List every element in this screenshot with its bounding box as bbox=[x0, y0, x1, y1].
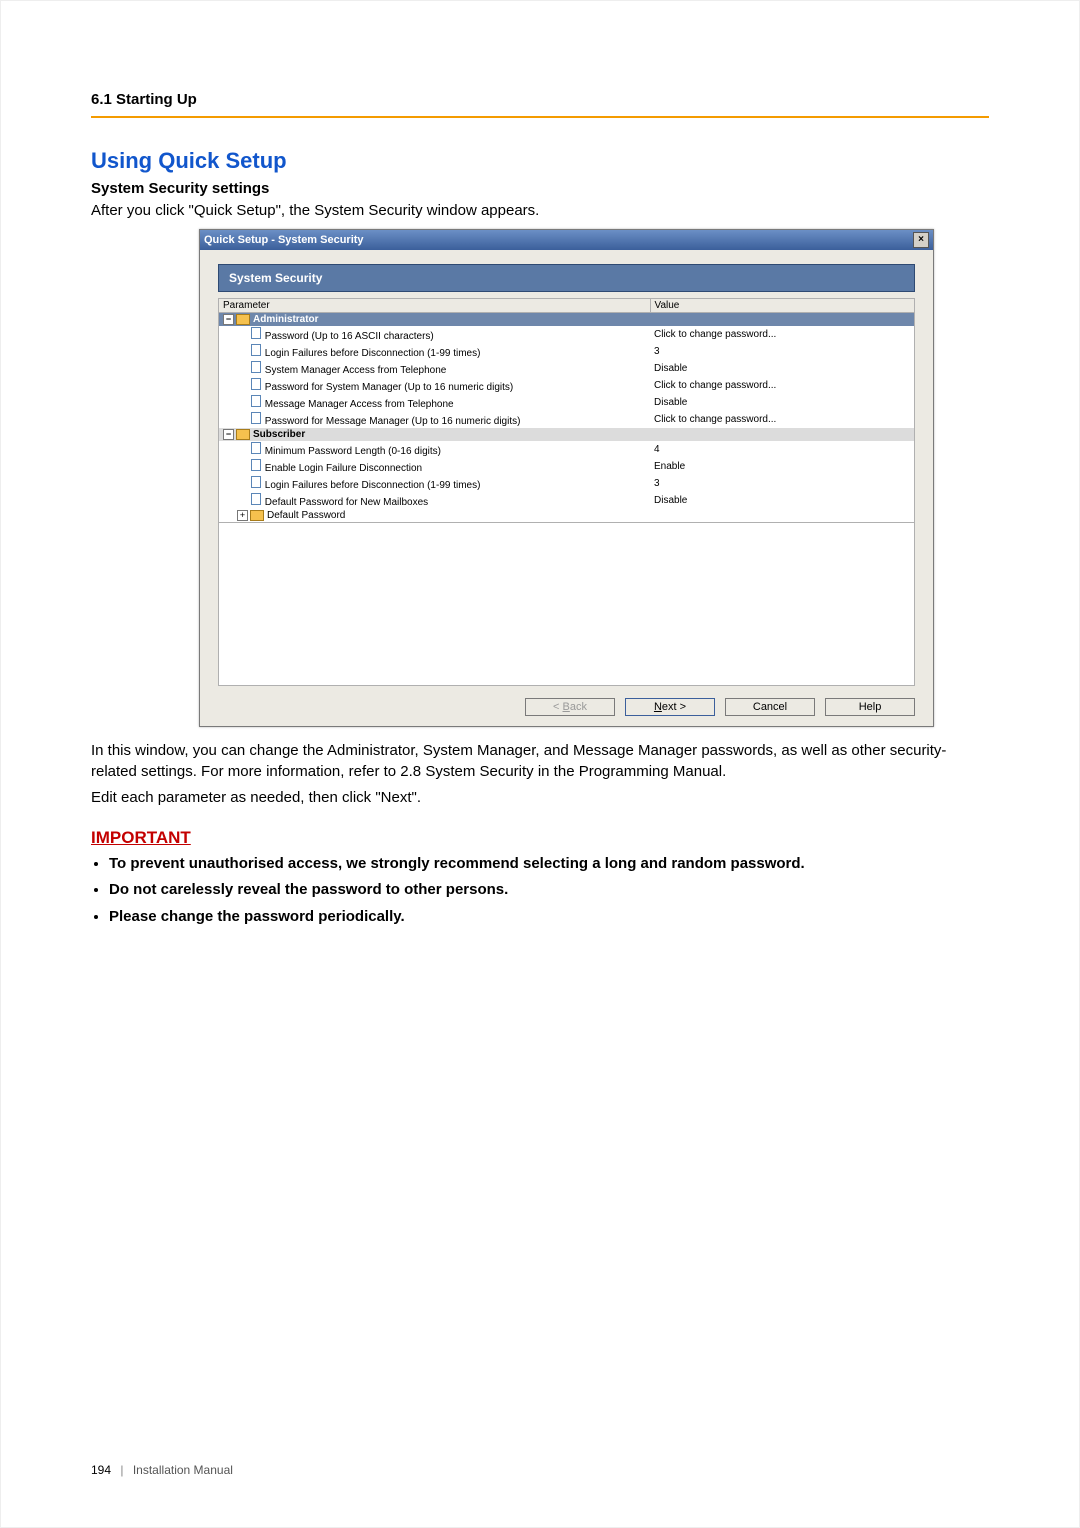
col-value: Value bbox=[650, 299, 914, 313]
col-parameter: Parameter bbox=[219, 299, 651, 313]
important-heading: IMPORTANT bbox=[91, 828, 989, 848]
list-item: Do not carelessly reveal the password to… bbox=[109, 880, 989, 900]
param-label: Password for System Manager (Up to 16 nu… bbox=[265, 382, 513, 393]
param-value[interactable]: 3 bbox=[650, 475, 914, 492]
expand-icon[interactable]: + bbox=[237, 510, 248, 521]
cancel-button[interactable]: Cancel bbox=[725, 698, 815, 716]
folder-icon bbox=[250, 510, 264, 521]
file-icon bbox=[251, 395, 261, 407]
dialog-title: Quick Setup - System Security bbox=[204, 234, 364, 246]
page-number: 194 bbox=[91, 1463, 111, 1477]
close-icon[interactable]: × bbox=[913, 232, 929, 248]
group-administrator[interactable]: − Administrator bbox=[219, 313, 915, 327]
table-row[interactable]: Login Failures before Disconnection (1-9… bbox=[219, 475, 915, 492]
table-row[interactable]: Default Password for New Mailboxes Disabl… bbox=[219, 492, 915, 509]
group-subscriber[interactable]: − Subscriber bbox=[219, 428, 915, 441]
back-button: < Back bbox=[525, 698, 615, 716]
document-page: 6.1 Starting Up Using Quick Setup System… bbox=[0, 0, 1080, 1528]
dialog-titlebar: Quick Setup - System Security × bbox=[200, 230, 933, 250]
folder-icon bbox=[236, 314, 250, 325]
param-label: System Manager Access from Telephone bbox=[265, 365, 447, 376]
param-value[interactable]: Enable bbox=[650, 458, 914, 475]
quick-setup-dialog: Quick Setup - System Security × System S… bbox=[199, 229, 934, 727]
important-list: To prevent unauthorised access, we stron… bbox=[91, 854, 989, 927]
table-empty-area bbox=[218, 523, 915, 686]
dialog-button-row: < Back Next > Cancel Help bbox=[218, 686, 915, 716]
table-row[interactable]: Password for Message Manager (Up to 16 n… bbox=[219, 411, 915, 428]
param-label: Message Manager Access from Telephone bbox=[265, 399, 454, 410]
file-icon bbox=[251, 327, 261, 339]
table-row[interactable]: Message Manager Access from Telephone Dis… bbox=[219, 394, 915, 411]
param-value[interactable]: Disable bbox=[650, 360, 914, 377]
table-row[interactable]: Minimum Password Length (0-16 digits) 4 bbox=[219, 441, 915, 458]
group-label: Default Password bbox=[267, 510, 345, 521]
next-button[interactable]: Next > bbox=[625, 698, 715, 716]
param-label: Password (Up to 16 ASCII characters) bbox=[265, 331, 434, 342]
table-row[interactable]: Login Failures before Disconnection (1-9… bbox=[219, 343, 915, 360]
param-value[interactable]: Click to change password... bbox=[650, 326, 914, 343]
list-item: Please change the password periodically. bbox=[109, 907, 989, 927]
collapse-icon[interactable]: − bbox=[223, 429, 234, 440]
footer-label: Installation Manual bbox=[133, 1463, 233, 1477]
parameter-table: Parameter Value − Administrator bbox=[218, 298, 915, 523]
param-value[interactable]: Click to change password... bbox=[650, 377, 914, 394]
param-value[interactable]: Click to change password... bbox=[650, 411, 914, 428]
file-icon bbox=[251, 361, 261, 373]
file-icon bbox=[251, 344, 261, 356]
intro-paragraph: After you click "Quick Setup", the Syste… bbox=[91, 201, 989, 221]
group-label: Administrator bbox=[253, 314, 319, 325]
param-label: Default Password for New Mailboxes bbox=[265, 497, 428, 508]
table-row[interactable]: + Default Password bbox=[219, 509, 915, 523]
body-paragraph: Edit each parameter as needed, then clic… bbox=[91, 788, 989, 808]
param-label: Enable Login Failure Disconnection bbox=[265, 463, 422, 474]
list-item: To prevent unauthorised access, we stron… bbox=[109, 854, 989, 874]
table-row[interactable]: Enable Login Failure Disconnection Enable bbox=[219, 458, 915, 475]
group-label: Subscriber bbox=[253, 429, 305, 440]
table-row[interactable]: Password for System Manager (Up to 16 nu… bbox=[219, 377, 915, 394]
page-footer: 194 | Installation Manual bbox=[91, 1463, 233, 1477]
folder-icon bbox=[236, 429, 250, 440]
running-header: 6.1 Starting Up bbox=[91, 91, 989, 118]
subheading: System Security settings bbox=[91, 180, 989, 197]
body-paragraph: In this window, you can change the Admin… bbox=[91, 741, 989, 782]
param-label: Minimum Password Length (0-16 digits) bbox=[265, 446, 441, 457]
help-button[interactable]: Help bbox=[825, 698, 915, 716]
param-label: Password for Message Manager (Up to 16 n… bbox=[265, 416, 521, 427]
page-title: Using Quick Setup bbox=[91, 148, 989, 174]
table-row[interactable]: Password (Up to 16 ASCII characters) Clic… bbox=[219, 326, 915, 343]
collapse-icon[interactable]: − bbox=[223, 314, 234, 325]
file-icon bbox=[251, 378, 261, 390]
table-row[interactable]: System Manager Access from Telephone Disa… bbox=[219, 360, 915, 377]
file-icon bbox=[251, 476, 261, 488]
panel-heading: System Security bbox=[218, 264, 915, 292]
param-value[interactable]: Disable bbox=[650, 394, 914, 411]
file-icon bbox=[251, 442, 261, 454]
param-label: Login Failures before Disconnection (1-9… bbox=[265, 480, 481, 491]
param-value[interactable]: 4 bbox=[650, 441, 914, 458]
file-icon bbox=[251, 459, 261, 471]
file-icon bbox=[251, 493, 261, 505]
param-label: Login Failures before Disconnection (1-9… bbox=[265, 348, 481, 359]
param-value[interactable]: Disable bbox=[650, 492, 914, 509]
file-icon bbox=[251, 412, 261, 424]
param-value[interactable]: 3 bbox=[650, 343, 914, 360]
